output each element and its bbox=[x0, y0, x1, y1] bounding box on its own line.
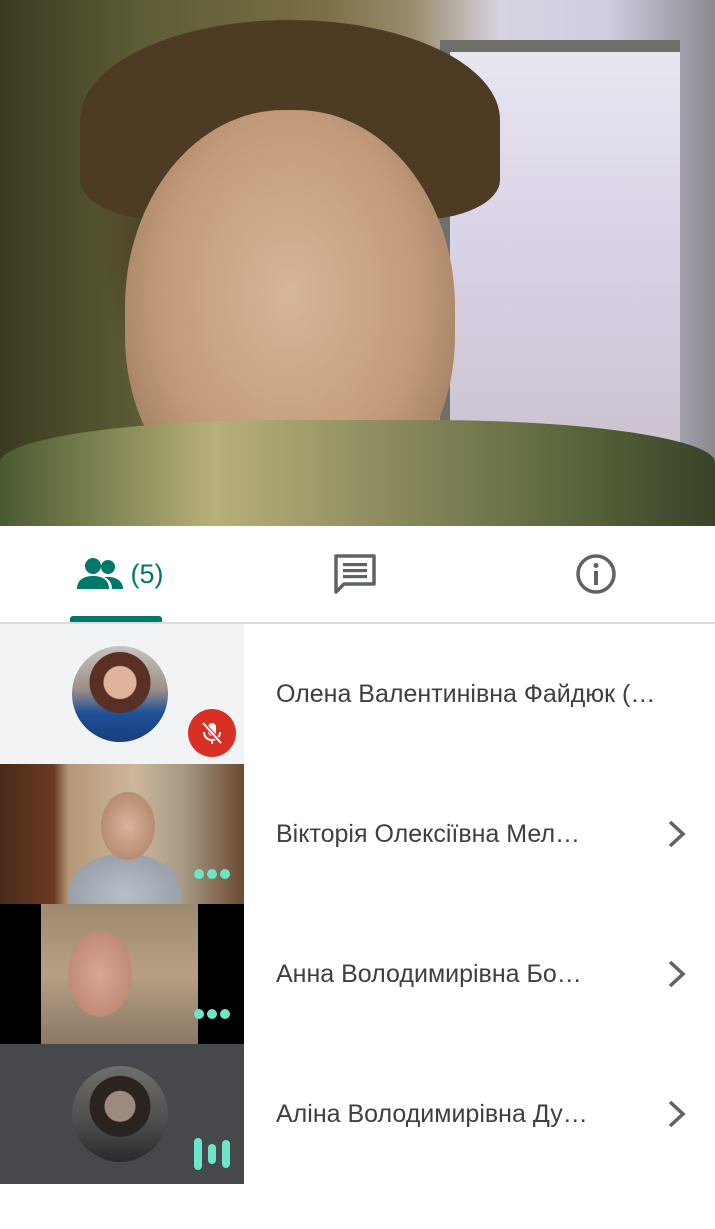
avatar bbox=[72, 1066, 168, 1162]
participant-name: Анна Володимирівна Бо… bbox=[276, 960, 582, 988]
participant-count: (5) bbox=[130, 558, 164, 589]
participant-thumbnail bbox=[0, 1044, 244, 1184]
participant-name: Вікторія Олексіївна Мел… bbox=[276, 820, 581, 848]
avatar bbox=[72, 646, 168, 742]
audio-level-icon bbox=[194, 1138, 230, 1170]
tab-chat[interactable] bbox=[315, 526, 395, 622]
chevron-right-icon[interactable] bbox=[664, 818, 690, 850]
tab-bar: (5) bbox=[0, 526, 715, 624]
active-tab-indicator bbox=[70, 616, 162, 622]
people-icon bbox=[76, 558, 123, 589]
participant-thumbnail bbox=[0, 624, 244, 764]
participant-row[interactable]: Аліна Володимирівна Ду… bbox=[0, 1044, 715, 1184]
participant-name: Аліна Володимирівна Ду… bbox=[276, 1100, 588, 1128]
more-dots-icon[interactable] bbox=[193, 867, 231, 881]
tab-info[interactable] bbox=[556, 526, 636, 622]
participant-row[interactable]: Вікторія Олексіївна Мел… bbox=[0, 764, 715, 904]
chat-icon bbox=[334, 554, 376, 594]
participant-row[interactable]: Анна Володимирівна Бо… bbox=[0, 904, 715, 1044]
more-dots-icon[interactable] bbox=[193, 1007, 231, 1021]
mic-muted-badge bbox=[188, 709, 236, 757]
main-video-feed[interactable] bbox=[0, 0, 715, 526]
tab-people[interactable]: (5) bbox=[60, 526, 180, 622]
info-icon bbox=[576, 554, 616, 594]
speaker-scarf bbox=[0, 420, 715, 526]
participant-name: Олена Валентинівна Файдюк (… bbox=[276, 680, 656, 708]
chevron-right-icon[interactable] bbox=[664, 958, 690, 990]
chevron-right-icon[interactable] bbox=[664, 1098, 690, 1130]
participant-video-thumbnail bbox=[0, 904, 244, 1044]
participant-video-thumbnail bbox=[0, 764, 244, 904]
participant-row[interactable]: Олена Валентинівна Файдюк (… bbox=[0, 624, 715, 764]
mic-off-icon bbox=[201, 721, 223, 745]
